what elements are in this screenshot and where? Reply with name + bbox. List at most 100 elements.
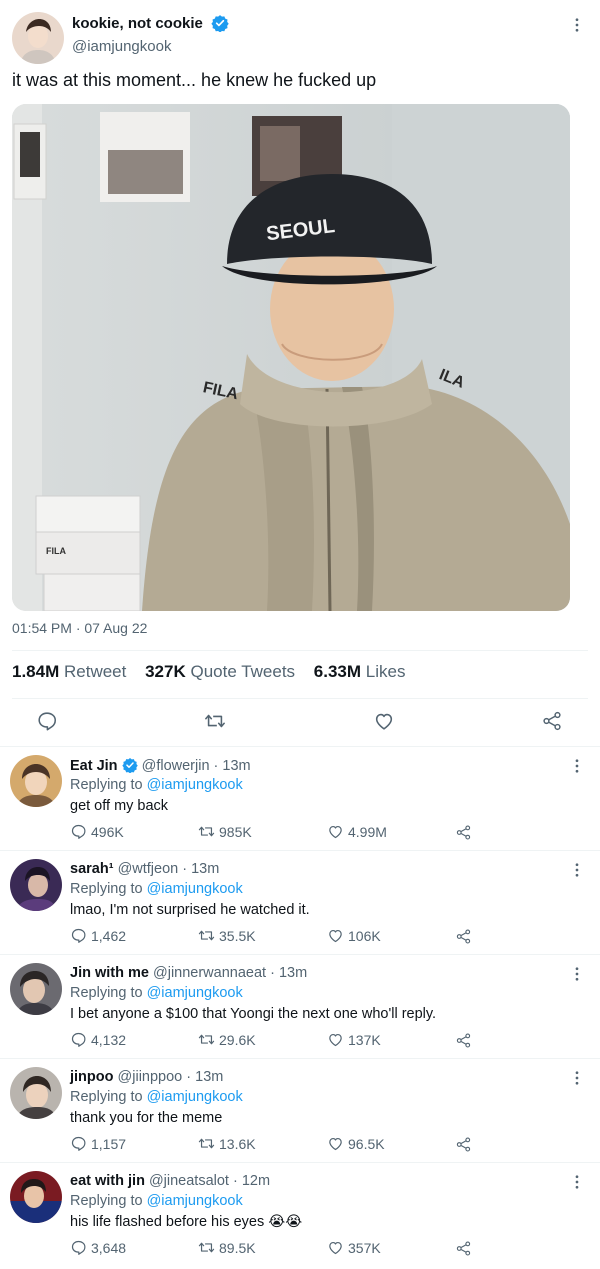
retweet-button[interactable]: 13.6K	[198, 1135, 256, 1152]
tweet-photo[interactable]: FILA SEOUL FILA ILA	[12, 104, 570, 611]
like-count: 96.5K	[348, 1135, 385, 1152]
reply-button[interactable]: 496K	[70, 823, 124, 840]
replying-to-mention[interactable]: @iamjungkook	[147, 1089, 243, 1105]
reply-avatar[interactable]	[10, 859, 62, 911]
like-label: Likes	[365, 662, 406, 681]
retweet-stat[interactable]: 1.84M Retweet	[12, 662, 126, 681]
tweet-timestamp[interactable]: 01:54 PM · 07 Aug 22	[12, 620, 147, 636]
author-display-name[interactable]: kookie, not cookie	[72, 15, 203, 32]
reply-tweet[interactable]: Eat Jin @flowerjin · 13m Replying to @ia…	[0, 746, 600, 850]
reply-display-name[interactable]: eat with jin	[70, 1173, 145, 1189]
reply-display-name[interactable]: jinpoo	[70, 1069, 114, 1085]
reply-handle[interactable]: @jineatsalot	[149, 1173, 229, 1189]
reply-avatar[interactable]	[10, 755, 62, 807]
replying-to-mention[interactable]: @iamjungkook	[147, 881, 243, 897]
retweet-count: 29.6K	[219, 1031, 256, 1048]
replying-to: Replying to @iamjungkook	[70, 881, 243, 897]
share-icon[interactable]	[455, 1032, 472, 1049]
reply-time[interactable]: · 13m	[214, 758, 251, 774]
heart-icon	[327, 1135, 344, 1152]
replying-to-mention[interactable]: @iamjungkook	[147, 777, 243, 793]
share-icon[interactable]	[455, 1240, 472, 1257]
verified-badge-icon	[122, 757, 138, 773]
reply-display-name[interactable]: sarah¹	[70, 861, 114, 877]
reply-avatar[interactable]	[10, 1067, 62, 1119]
share-icon[interactable]	[541, 710, 563, 732]
reply-tweet[interactable]: Jin with me @jinnerwannaeat · 13m Replyi…	[0, 954, 600, 1058]
reply-action-bar: 1,157 13.6K 96.5K	[70, 1135, 490, 1155]
reply-time[interactable]: · 13m	[270, 965, 307, 981]
reply-button[interactable]: 1,462	[70, 927, 126, 944]
retweet-button[interactable]: 35.5K	[198, 927, 256, 944]
more-vertical-icon[interactable]	[568, 965, 586, 983]
reply-header: eat with jin @jineatsalot · 12m	[70, 1173, 270, 1189]
author-handle[interactable]: @iamjungkook	[72, 38, 229, 55]
like-count: 357K	[348, 1239, 381, 1256]
heart-icon[interactable]	[373, 710, 395, 732]
reply-bubble-icon	[70, 1239, 87, 1256]
divider	[12, 650, 588, 651]
reply-display-name[interactable]: Jin with me	[70, 965, 149, 981]
retweet-button[interactable]: 89.5K	[198, 1239, 256, 1256]
reply-tweet[interactable]: jinpoo @jiinppoo · 13m Replying to @iamj…	[0, 1058, 600, 1162]
reply-text: thank you for the meme	[70, 1110, 223, 1126]
reply-handle[interactable]: @wtfjeon	[118, 861, 179, 877]
more-vertical-icon[interactable]	[568, 757, 586, 775]
reply-time[interactable]: · 13m	[186, 1069, 223, 1085]
retweet-count: 1.84M	[12, 662, 60, 681]
like-count: 106K	[348, 927, 381, 944]
like-button[interactable]: 96.5K	[327, 1135, 385, 1152]
share-icon[interactable]	[455, 928, 472, 945]
more-vertical-icon[interactable]	[568, 1069, 586, 1087]
replying-to: Replying to @iamjungkook	[70, 985, 243, 1001]
more-vertical-icon[interactable]	[568, 1173, 586, 1191]
reply-text: lmao, I'm not surprised he watched it.	[70, 902, 310, 918]
reply-avatar[interactable]	[10, 1171, 62, 1223]
replying-to-mention[interactable]: @iamjungkook	[147, 985, 243, 1001]
tweet-text: it was at this moment... he knew he fuck…	[12, 70, 377, 90]
like-button[interactable]: 106K	[327, 927, 381, 944]
like-count: 4.99M	[348, 823, 387, 840]
heart-icon	[327, 1239, 344, 1256]
box-label: FILA	[46, 546, 66, 556]
like-button[interactable]: 357K	[327, 1239, 381, 1256]
reply-handle[interactable]: @jiinppoo	[118, 1069, 183, 1085]
reply-text: get off my back	[70, 798, 169, 814]
reply-button[interactable]: 4,132	[70, 1031, 126, 1048]
retweet-button[interactable]: 985K	[198, 823, 252, 840]
reply-time[interactable]: · 12m	[233, 1173, 270, 1189]
heart-icon	[327, 927, 344, 944]
share-icon[interactable]	[455, 1136, 472, 1153]
more-vertical-icon[interactable]	[568, 861, 586, 879]
quote-stat[interactable]: 327K Quote Tweets	[145, 662, 295, 681]
reply-display-name[interactable]: Eat Jin	[70, 758, 118, 774]
reply-tweet[interactable]: eat with jin @jineatsalot · 12m Replying…	[0, 1162, 600, 1266]
like-button[interactable]: 137K	[327, 1031, 381, 1048]
more-vertical-icon[interactable]	[568, 16, 586, 34]
retweet-button[interactable]: 29.6K	[198, 1031, 256, 1048]
replying-to-label: Replying to	[70, 1089, 143, 1105]
reply-avatar[interactable]	[10, 963, 62, 1015]
author-avatar[interactable]	[12, 12, 64, 64]
reply-button[interactable]: 3,648	[70, 1239, 126, 1256]
retweet-icon[interactable]	[204, 710, 226, 732]
reply-handle[interactable]: @jinnerwannaeat	[153, 965, 266, 981]
share-icon[interactable]	[455, 824, 472, 841]
reply-text: his life flashed before his eyes 😭😭	[70, 1214, 303, 1230]
reply-time[interactable]: · 13m	[182, 861, 219, 877]
replying-to: Replying to @iamjungkook	[70, 1193, 243, 1209]
reply-handle[interactable]: @flowerjin	[142, 758, 210, 774]
reply-bubble-icon	[70, 1135, 87, 1152]
reply-button[interactable]: 1,157	[70, 1135, 126, 1152]
heart-icon	[327, 823, 344, 840]
like-stat[interactable]: 6.33M Likes	[314, 662, 406, 681]
reply-count: 4,132	[91, 1031, 127, 1048]
divider	[12, 698, 588, 699]
verified-badge-icon	[211, 14, 229, 32]
reply-bubble-icon[interactable]	[36, 710, 58, 732]
reply-tweet[interactable]: sarah¹ @wtfjeon · 13m Replying to @iamju…	[0, 850, 600, 954]
tweet-stats: 1.84M Retweet 327K Quote Tweets 6.33M Li…	[12, 662, 419, 682]
replying-to-mention[interactable]: @iamjungkook	[147, 1193, 243, 1209]
reply-action-bar: 1,462 35.5K 106K	[70, 927, 490, 947]
like-button[interactable]: 4.99M	[327, 823, 387, 840]
